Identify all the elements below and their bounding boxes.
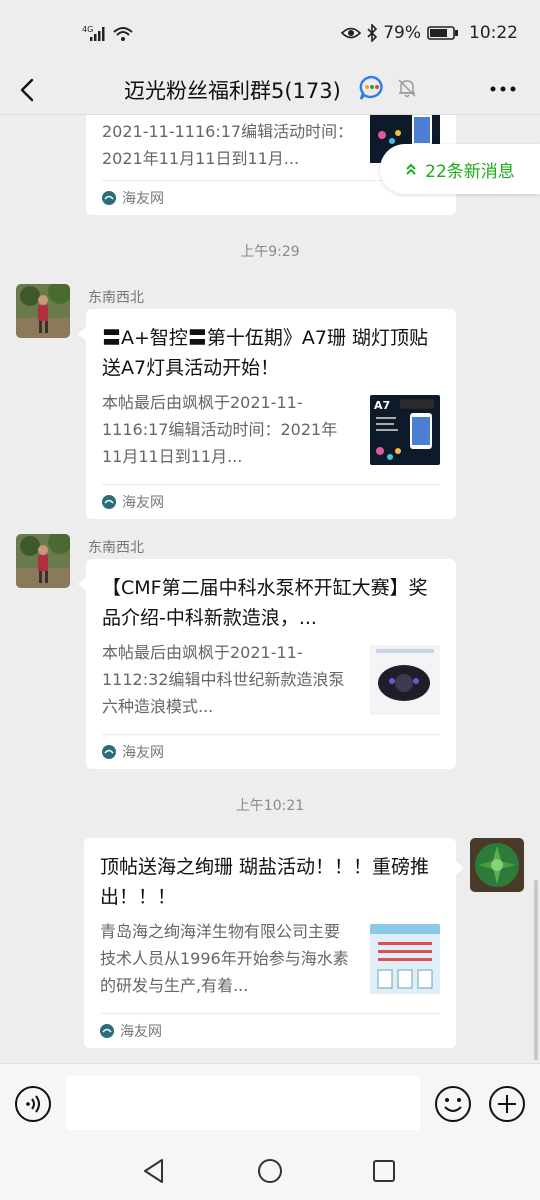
card-source: 海友网	[102, 484, 440, 519]
system-recents-button[interactable]	[372, 1159, 396, 1187]
avatar[interactable]	[16, 534, 70, 588]
scrollbar[interactable]	[534, 880, 538, 1060]
back-button[interactable]	[14, 74, 44, 106]
link-card[interactable]: 〓A+智控〓第十伍期》A7珊 瑚灯顶贴送A7灯具活动开始！ 本帖最后由飒枫于20…	[86, 309, 456, 519]
source-name: 海友网	[122, 745, 164, 761]
chat-title: 迈光粉丝福利群5(173)	[124, 79, 341, 103]
source-name: 海友网	[122, 495, 164, 511]
chat-header: 迈光粉丝福利群5(173)	[0, 66, 540, 115]
card-description: 青岛海之绚海洋生物有限公司主要技术人员从1996年开始参与海水素的研发与生产,有…	[100, 922, 349, 995]
group-chat-icon[interactable]	[358, 75, 386, 105]
new-messages-button[interactable]: 22条新消息	[380, 144, 540, 194]
signal-wifi-icons: 4G	[82, 24, 134, 49]
system-nav-bar	[0, 1143, 540, 1200]
system-back-button[interactable]	[142, 1158, 166, 1188]
bubble-tail	[456, 861, 464, 875]
source-logo-icon	[102, 191, 116, 205]
message-input[interactable]	[66, 1076, 420, 1130]
source-name: 海友网	[122, 191, 164, 207]
card-title: 〓A+智控〓第十伍期》A7珊 瑚灯顶贴送A7灯具活动开始！	[102, 327, 429, 379]
chevron-left-icon	[20, 78, 34, 102]
card-description: 本帖最后由飒枫于2021-11-1112:32编辑中科世纪新款造浪泵六种造浪模式…	[102, 643, 345, 716]
avatar[interactable]	[16, 284, 70, 338]
triangle-back-icon	[144, 1159, 163, 1183]
card-thumbnail	[370, 924, 440, 994]
voice-button[interactable]	[14, 1085, 52, 1127]
plus-icon	[489, 1086, 525, 1122]
source-logo-icon	[102, 495, 116, 509]
card-source: 海友网	[102, 734, 440, 769]
emoji-icon	[435, 1086, 471, 1122]
battery-icon	[427, 26, 458, 40]
voice-icon	[15, 1086, 51, 1122]
source-logo-icon	[102, 745, 116, 759]
source-logo-icon	[100, 1024, 114, 1038]
bubble-tail	[78, 577, 86, 591]
square-recents-icon	[373, 1160, 395, 1182]
sender-name: 东南西北	[88, 540, 144, 556]
double-chevron-up-icon	[406, 163, 416, 175]
emoji-button[interactable]	[434, 1085, 472, 1127]
circle-home-icon	[258, 1159, 282, 1183]
battery-percent: 79%	[383, 23, 421, 43]
card-thumbnail	[370, 645, 440, 715]
card-title: 【CMF第二届中科水泵杯开缸大赛】奖品介绍-中科新款造浪，...	[102, 577, 428, 629]
card-description: 本帖最后由飒枫于2021-11-1116:17编辑活动时间：2021年11月11…	[102, 393, 338, 466]
system-home-button[interactable]	[257, 1158, 283, 1188]
mute-bell-icon	[396, 77, 418, 103]
timestamp: 上午9:29	[240, 244, 300, 260]
clock: 10:22	[469, 23, 518, 43]
bubble-tail	[78, 327, 86, 341]
status-right: 79% 10:22	[341, 23, 518, 43]
svg-text:4G: 4G	[82, 25, 93, 34]
card-source: 海友网	[100, 1013, 440, 1048]
avatar[interactable]	[470, 838, 524, 892]
more-button[interactable]	[490, 76, 516, 108]
eye-icon	[341, 27, 362, 39]
chat-area[interactable]: 2021-11-1116:17编辑活动时间：2021年11月11日到11月...…	[0, 115, 540, 1063]
source-name: 海友网	[120, 1024, 162, 1040]
more-functions-button[interactable]	[488, 1085, 526, 1127]
link-card[interactable]: 【CMF第二届中科水泵杯开缸大赛】奖品介绍-中科新款造浪，... 本帖最后由飒枫…	[86, 559, 456, 769]
card-title: 顶帖送海之绚珊 瑚盐活动！！！重磅推出！！！	[100, 856, 430, 908]
card-description: 2021-11-1116:17编辑活动时间：2021年11月11日到11月...	[102, 122, 354, 168]
new-messages-label: 22条新消息	[425, 161, 515, 182]
link-card[interactable]: 顶帖送海之绚珊 瑚盐活动！！！重磅推出！！！ 青岛海之绚海洋生物有限公司主要技术…	[84, 838, 456, 1048]
input-bar	[0, 1063, 540, 1144]
card-thumbnail: A7	[370, 395, 440, 465]
status-bar: 4G 79% 10:22	[0, 0, 540, 66]
bluetooth-icon	[367, 24, 378, 42]
timestamp: 上午10:21	[235, 798, 305, 814]
svg-text:A7: A7	[374, 399, 390, 412]
sender-name: 东南西北	[88, 290, 144, 306]
more-dots-icon	[490, 86, 516, 92]
